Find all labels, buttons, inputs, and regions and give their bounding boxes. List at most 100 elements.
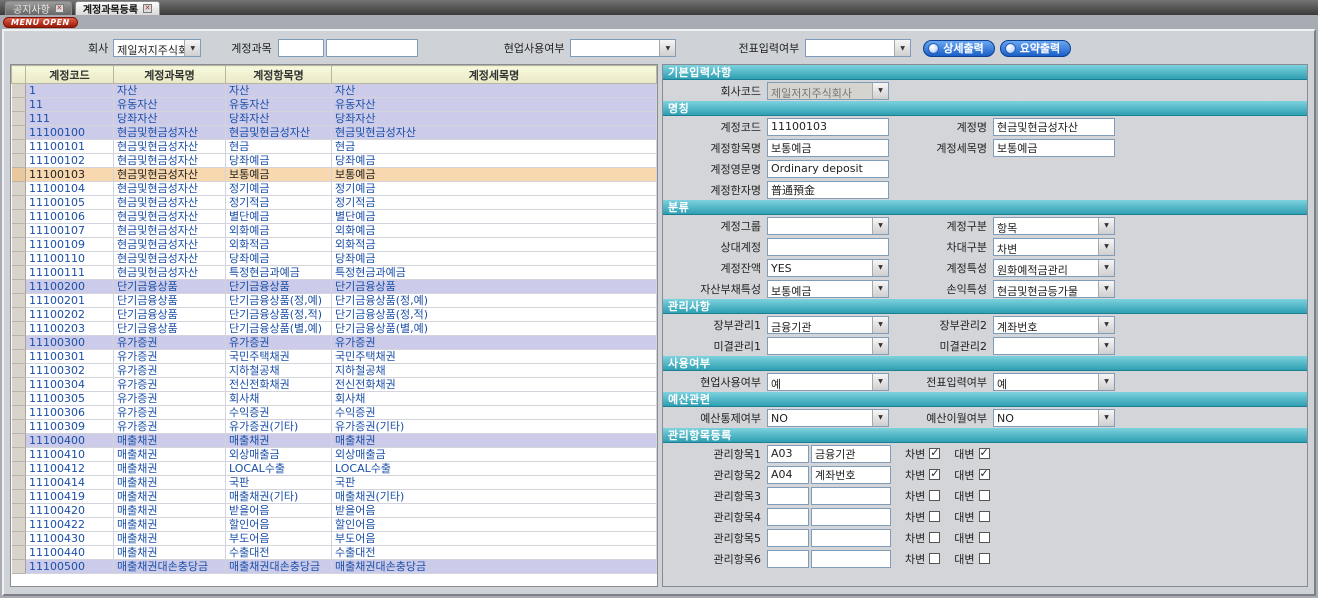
row-selector[interactable] xyxy=(12,476,26,490)
table-row[interactable]: 11100111현금및현금성자산특정현금과예금특정현금과예금 xyxy=(12,266,657,280)
credit-checkbox[interactable] xyxy=(979,511,990,522)
company-select[interactable]: 제일저지주식회사 ▼ xyxy=(113,39,201,57)
row-selector[interactable] xyxy=(12,322,26,336)
menu-open-button[interactable]: MENU OPEN xyxy=(3,17,78,28)
credit-checkbox[interactable] xyxy=(979,553,990,564)
asset-attr-select[interactable]: 보통예금▼ xyxy=(767,280,889,298)
mgmt-item-name-input[interactable] xyxy=(811,487,891,505)
row-selector[interactable] xyxy=(12,406,26,420)
row-selector[interactable] xyxy=(12,280,26,294)
budget-ctrl-select[interactable]: NO▼ xyxy=(767,409,889,427)
credit-checkbox[interactable] xyxy=(979,469,990,480)
pending2-select[interactable]: ▼ xyxy=(993,337,1115,355)
row-selector[interactable] xyxy=(12,420,26,434)
row-selector[interactable] xyxy=(12,238,26,252)
budget-carry-select[interactable]: NO▼ xyxy=(993,409,1115,427)
row-selector[interactable] xyxy=(12,266,26,280)
tab-account-registration[interactable]: 계정과목등록 ✕ xyxy=(75,1,160,15)
table-row[interactable]: 11100430매출채권부도어음부도어음 xyxy=(12,532,657,546)
table-row[interactable]: 11100101현금및현금성자산현금현금 xyxy=(12,140,657,154)
row-selector[interactable] xyxy=(12,546,26,560)
row-selector[interactable] xyxy=(12,350,26,364)
debit-checkbox[interactable] xyxy=(929,490,940,501)
table-row[interactable]: 11100107현금및현금성자산외화예금외화예금 xyxy=(12,224,657,238)
close-icon[interactable]: ✕ xyxy=(143,4,152,13)
credit-checkbox[interactable] xyxy=(979,490,990,501)
acct-group-select[interactable]: ▼ xyxy=(767,217,889,235)
acct-class-select[interactable]: 항목▼ xyxy=(993,217,1115,235)
table-row[interactable]: 11100304유가증권전신전화채권전신전화채권 xyxy=(12,378,657,392)
row-selector[interactable] xyxy=(12,462,26,476)
detail-print-button[interactable]: 상세출력 xyxy=(923,40,994,57)
row-selector[interactable] xyxy=(12,518,26,532)
table-row[interactable]: 1자산자산자산 xyxy=(12,84,657,98)
table-row[interactable]: 11100110현금및현금성자산당좌예금당좌예금 xyxy=(12,252,657,266)
table-row[interactable]: 11100414매출채권국판국판 xyxy=(12,476,657,490)
mgmt-item-name-input[interactable] xyxy=(811,529,891,547)
ledger2-select[interactable]: 계좌번호▼ xyxy=(993,316,1115,334)
dc-class-select[interactable]: 차변▼ xyxy=(993,238,1115,256)
row-selector[interactable] xyxy=(12,126,26,140)
table-row[interactable]: 11100105현금및현금성자산정기적금정기적금 xyxy=(12,196,657,210)
row-selector[interactable] xyxy=(12,84,26,98)
table-row[interactable]: 11100203단기금융상품단기금융상품(별,예)단기금융상품(별,예) xyxy=(12,322,657,336)
table-row[interactable]: 11100201단기금융상품단기금융상품(정,예)단기금융상품(정,예) xyxy=(12,294,657,308)
row-selector[interactable] xyxy=(12,490,26,504)
table-row[interactable]: 11유동자산유동자산유동자산 xyxy=(12,98,657,112)
row-selector[interactable] xyxy=(12,364,26,378)
account-code-input[interactable] xyxy=(278,39,324,57)
mgmt-item-code-input[interactable] xyxy=(767,550,809,568)
row-selector[interactable] xyxy=(12,532,26,546)
table-row[interactable]: 11100104현금및현금성자산정기예금정기예금 xyxy=(12,182,657,196)
detail-name-input[interactable] xyxy=(993,139,1115,157)
table-row[interactable]: 11100419매출채권매출채권(기타)매출채권(기타) xyxy=(12,490,657,504)
table-row[interactable]: 11100422매출채권할인어음할인어음 xyxy=(12,518,657,532)
slip-use-select[interactable]: 예▼ xyxy=(993,373,1115,391)
row-selector[interactable] xyxy=(12,392,26,406)
mgmt-item-name-input[interactable] xyxy=(811,466,891,484)
debit-checkbox[interactable] xyxy=(929,553,940,564)
table-row[interactable]: 11100301유가증권국민주택채권국민주택채권 xyxy=(12,350,657,364)
table-row[interactable]: 11100305유가증권회사채회사채 xyxy=(12,392,657,406)
mgmt-item-code-input[interactable] xyxy=(767,529,809,547)
row-selector[interactable] xyxy=(12,196,26,210)
debit-checkbox[interactable] xyxy=(929,469,940,480)
acct-name-input[interactable] xyxy=(993,118,1115,136)
row-selector[interactable] xyxy=(12,434,26,448)
row-selector[interactable] xyxy=(12,378,26,392)
table-row[interactable]: 11100309유가증권유가증권(기타)유가증권(기타) xyxy=(12,420,657,434)
table-row[interactable]: 11100102현금및현금성자산당좌예금당좌예금 xyxy=(12,154,657,168)
table-row[interactable]: 11100200단기금융상품단기금융상품단기금융상품 xyxy=(12,280,657,294)
table-row[interactable]: 11100302유가증권지하철공채지하철공채 xyxy=(12,364,657,378)
table-row[interactable]: 11100410매출채권외상매출금외상매출금 xyxy=(12,448,657,462)
row-selector[interactable] xyxy=(12,294,26,308)
table-row[interactable]: 11100500매출채권대손충당금매출채권대손충당금매출채권대손충당금 xyxy=(12,560,657,574)
mgmt-item-name-input[interactable] xyxy=(811,445,891,463)
mgmt-item-code-input[interactable] xyxy=(767,466,809,484)
mgmt-item-code-input[interactable] xyxy=(767,445,809,463)
credit-checkbox[interactable] xyxy=(979,532,990,543)
row-selector[interactable] xyxy=(12,224,26,238)
row-selector[interactable] xyxy=(12,112,26,126)
field-use-filter-select[interactable]: ▼ xyxy=(570,39,676,57)
debit-checkbox[interactable] xyxy=(929,532,940,543)
row-selector[interactable] xyxy=(12,560,26,574)
mgmt-item-code-input[interactable] xyxy=(767,508,809,526)
hanja-name-input[interactable] xyxy=(767,181,889,199)
row-selector[interactable] xyxy=(12,448,26,462)
eng-name-input[interactable] xyxy=(767,160,889,178)
debit-checkbox[interactable] xyxy=(929,511,940,522)
debit-checkbox[interactable] xyxy=(929,448,940,459)
table-row[interactable]: 11100440매출채권수출대전수출대전 xyxy=(12,546,657,560)
table-row[interactable]: 11100306유가증권수익증권수익증권 xyxy=(12,406,657,420)
table-row[interactable]: 11100400매출채권매출채권매출채권 xyxy=(12,434,657,448)
row-selector[interactable] xyxy=(12,504,26,518)
mgmt-item-code-input[interactable] xyxy=(767,487,809,505)
table-row[interactable]: 111당좌자산당좌자산당좌자산 xyxy=(12,112,657,126)
table-row[interactable]: 11100412매출채권LOCAL수출LOCAL수출 xyxy=(12,462,657,476)
table-row[interactable]: 11100202단기금융상품단기금융상품(정,적)단기금융상품(정,적) xyxy=(12,308,657,322)
table-row[interactable]: 11100420매출채권받을어음받을어음 xyxy=(12,504,657,518)
pl-attr-select[interactable]: 현금및현금등가물▼ xyxy=(993,280,1115,298)
mgmt-item-name-input[interactable] xyxy=(811,508,891,526)
row-selector[interactable] xyxy=(12,168,26,182)
